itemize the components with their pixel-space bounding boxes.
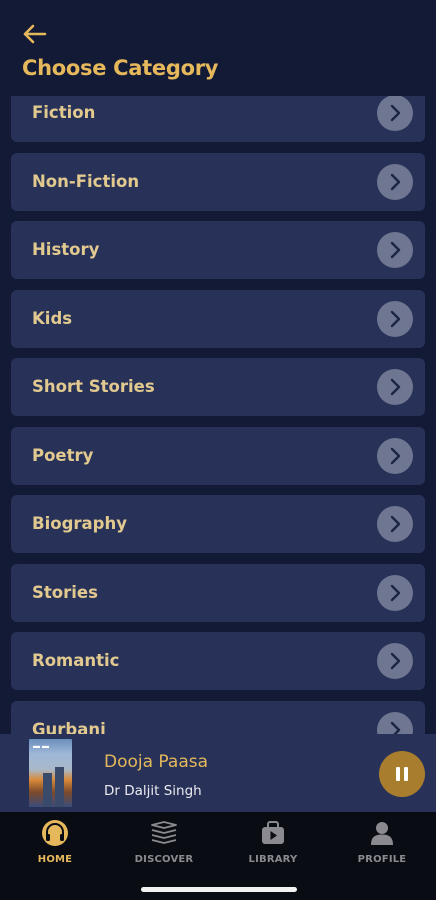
tab-label: HOME: [37, 854, 73, 865]
tab-label: PROFILE: [357, 854, 407, 865]
category-label: Kids: [32, 308, 73, 328]
category-item-fiction[interactable]: Fiction: [11, 96, 425, 142]
chevron-right-icon: [377, 96, 413, 131]
cover-tower: [55, 767, 64, 807]
chevron-right-icon: [377, 437, 413, 474]
category-item-gurbani[interactable]: Gurbani: [11, 700, 425, 735]
headphones-icon: [40, 819, 70, 847]
album-cover: ▬ ▬: [29, 739, 72, 807]
user-icon: [367, 819, 397, 847]
pause-icon: [396, 767, 400, 781]
category-label: History: [32, 240, 100, 259]
cover-title-mark: ▬ ▬: [33, 743, 49, 750]
chevron-right-icon: [377, 506, 413, 542]
track-title: Dooja Paasa: [104, 752, 209, 772]
category-label: Stories: [32, 582, 98, 602]
tab-label: DISCOVER: [134, 854, 194, 865]
tab-label: LIBRARY: [248, 854, 298, 865]
app-screen: Choose Category Fiction Non-Fiction Hist…: [0, 0, 436, 900]
category-item-non-fiction[interactable]: Non-Fiction: [11, 152, 425, 211]
book-stack-icon: [149, 819, 179, 847]
tab-profile[interactable]: PROFILE: [332, 819, 432, 875]
category-label: Non-Fiction: [32, 171, 140, 191]
category-label: Poetry: [32, 445, 94, 465]
category-label: Gurbani: [32, 719, 106, 735]
chevron-right-icon: [377, 163, 413, 200]
chevron-right-icon: [377, 711, 413, 734]
category-label: Romantic: [32, 651, 120, 670]
category-item-kids[interactable]: Kids: [11, 289, 425, 348]
arrow-left-icon: [23, 24, 47, 44]
cover-tower: [43, 773, 52, 807]
category-label: Short Stories: [32, 377, 155, 396]
tab-discover[interactable]: DISCOVER: [114, 819, 214, 875]
category-label: Fiction: [32, 103, 96, 122]
chevron-right-icon: [377, 232, 413, 268]
chevron-right-icon: [377, 300, 413, 337]
tab-home[interactable]: HOME: [5, 819, 105, 875]
page-title: Choose Category: [22, 56, 219, 80]
play-library-icon: [258, 819, 288, 847]
chevron-right-icon: [377, 574, 413, 611]
chevron-right-icon: [377, 643, 413, 679]
mini-player[interactable]: ▬ ▬ Dooja Paasa Dr Daljit Singh: [0, 734, 436, 812]
chevron-right-icon: [377, 369, 413, 405]
category-label: Biography: [32, 514, 127, 533]
back-button[interactable]: [18, 20, 50, 48]
category-list[interactable]: Fiction Non-Fiction History Kids Short S…: [0, 96, 436, 734]
category-item-romantic[interactable]: Romantic: [11, 632, 425, 690]
pause-icon-bar: [404, 767, 408, 781]
category-item-short-stories[interactable]: Short Stories: [11, 358, 425, 416]
category-item-poetry[interactable]: Poetry: [11, 426, 425, 485]
category-item-biography[interactable]: Biography: [11, 495, 425, 553]
track-artist: Dr Daljit Singh: [104, 783, 202, 799]
pause-button[interactable]: [379, 751, 425, 797]
tab-library[interactable]: LIBRARY: [223, 819, 323, 875]
header: Choose Category: [0, 0, 436, 96]
home-indicator[interactable]: [141, 887, 297, 892]
category-item-history[interactable]: History: [11, 221, 425, 279]
tab-bar: HOME DISCOVER LIBRARY PROFILE: [0, 812, 436, 900]
category-item-stories[interactable]: Stories: [11, 563, 425, 622]
